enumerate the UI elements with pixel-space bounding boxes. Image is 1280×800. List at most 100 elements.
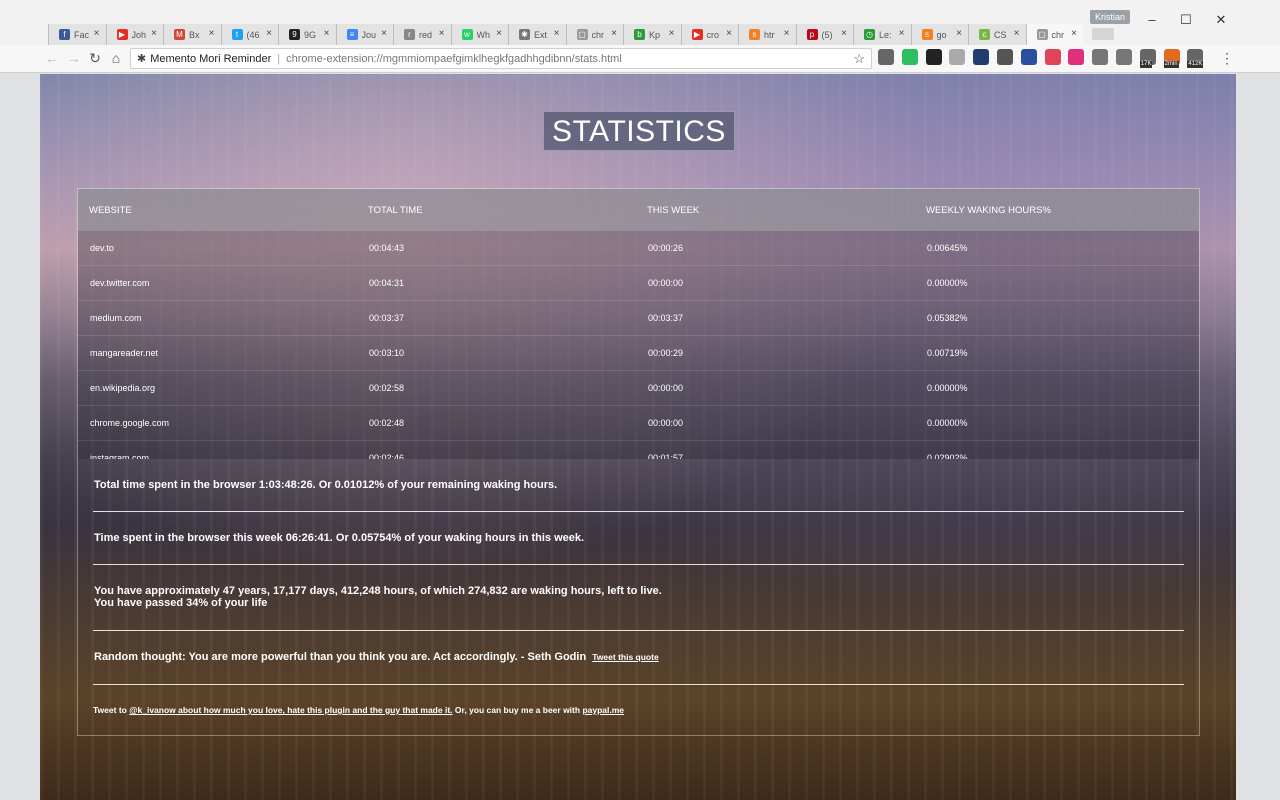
browser-tab[interactable]: t (46 × xyxy=(220,24,278,45)
cell-website: chrome.google.com xyxy=(90,418,170,428)
menu-icon[interactable]: ⋮ xyxy=(1220,50,1234,67)
stripes-icon[interactable]: 2min xyxy=(1163,49,1180,68)
css-icon: c xyxy=(979,29,990,40)
life-summary: You have approximately 47 years, 17,177 … xyxy=(93,565,1184,631)
diamond-icon[interactable] xyxy=(973,49,990,65)
browser-tab[interactable]: ▢ chr × xyxy=(1025,24,1083,45)
browser-tab[interactable]: w Wh × xyxy=(450,24,508,45)
address-bar[interactable]: ✱ Memento Mori Reminder | chrome-extensi… xyxy=(130,48,872,69)
tab-title: Jou xyxy=(361,29,377,40)
new-tab-button[interactable] xyxy=(1092,28,1114,40)
tab-close-icon[interactable]: × xyxy=(94,28,100,39)
url-text[interactable]: chrome-extension://mgmmiompaefgimklhegkf… xyxy=(286,53,622,65)
browser-toolbar: ← → ↻ ⌂ ✱ Memento Mori Reminder | chrome… xyxy=(0,45,1280,73)
n-icon[interactable] xyxy=(1020,49,1037,65)
browser-tab[interactable]: s htr × xyxy=(738,24,796,45)
minimize-button[interactable]: – xyxy=(1142,12,1162,27)
random-thought: Random thought: You are more powerful th… xyxy=(93,631,1184,685)
tab-title: chr xyxy=(591,29,605,40)
browser-tab[interactable]: p (5) × xyxy=(795,24,853,45)
tab-close-icon[interactable]: × xyxy=(266,28,272,39)
tab-close-icon[interactable]: × xyxy=(381,28,387,39)
facebook-icon: f xyxy=(59,29,70,40)
browser-tab[interactable]: 9 9G × xyxy=(278,24,336,45)
table-row: dev.twitter.com 00:04:31 00:00:00 0.00000% xyxy=(78,266,1199,301)
gmail-icon: M xyxy=(174,29,185,40)
layers-icon[interactable] xyxy=(1115,49,1132,65)
cell-website: medium.com xyxy=(90,313,142,323)
paypal-link[interactable]: paypal.me xyxy=(582,705,624,715)
copy-icon[interactable] xyxy=(1092,49,1109,65)
tab-close-icon[interactable]: × xyxy=(841,28,847,39)
tab-close-icon[interactable]: × xyxy=(1014,28,1020,39)
browser-tab[interactable]: ✱ Ext × xyxy=(508,24,566,45)
lock-icon[interactable]: 17K xyxy=(1139,49,1156,68)
tab-close-icon[interactable]: × xyxy=(496,28,502,39)
page-background: STATISTICS WEBSITE TOTAL TIME THIS WEEK … xyxy=(40,74,1236,800)
profile-badge[interactable]: Kristian xyxy=(1090,10,1130,24)
browser-tab[interactable]: c CS × xyxy=(968,24,1026,45)
twitter-icon: t xyxy=(231,29,243,40)
home-icon[interactable]: ⌂ xyxy=(108,50,124,66)
browser-tab[interactable]: ▶ cro × xyxy=(680,24,738,45)
recycle-icon[interactable] xyxy=(878,49,894,65)
browser-tab[interactable]: ▢ chr × xyxy=(565,24,623,45)
forward-icon[interactable]: → xyxy=(66,50,82,66)
circle-dark-icon[interactable] xyxy=(925,49,942,65)
reload-icon[interactable]: ↻ xyxy=(87,50,103,66)
tab-close-icon[interactable]: × xyxy=(784,28,790,39)
total-time-summary: Total time spent in the browser 1:03:48:… xyxy=(93,459,1184,512)
life-passed-text: You have passed 34% of your life xyxy=(94,597,268,609)
tweet-quote-link[interactable]: Tweet this quote xyxy=(592,652,658,662)
life-left-text: You have approximately 47 years, 17,177 … xyxy=(94,585,662,597)
cell-website: dev.to xyxy=(90,243,114,253)
twitter-handle-link[interactable]: @k_ivanow xyxy=(129,705,176,715)
bookmark-star-icon[interactable]: ☆ xyxy=(853,51,865,67)
tab-close-icon[interactable]: × xyxy=(611,28,617,39)
cell-website: mangareader.net xyxy=(90,348,159,358)
evernote-icon[interactable] xyxy=(901,49,918,65)
browser-tab[interactable]: ▶ Joh × xyxy=(105,24,163,45)
shield-icon[interactable] xyxy=(996,49,1013,65)
tab-close-icon[interactable]: × xyxy=(151,28,157,39)
browser-tab[interactable]: b Kp × xyxy=(623,24,681,45)
address-separator: | xyxy=(277,52,281,65)
close-window-button[interactable]: ✕ xyxy=(1211,12,1231,28)
tab-close-icon[interactable]: × xyxy=(726,28,732,39)
col-header-weekly-waking: WEEKLY WAKING HOURS% xyxy=(926,204,1051,216)
cell-total-time: 00:02:46 xyxy=(369,453,405,459)
cell-website: dev.twitter.com xyxy=(90,278,150,288)
tab-close-icon[interactable]: × xyxy=(1071,28,1077,39)
tab-close-icon[interactable]: × xyxy=(669,28,675,39)
stackoverflow-icon: s xyxy=(749,29,760,40)
h-icon[interactable] xyxy=(1068,49,1085,65)
cell-website: instagram.com xyxy=(90,453,150,459)
tab-close-icon[interactable]: × xyxy=(439,28,445,39)
back-icon[interactable]: ← xyxy=(44,50,60,66)
table-row: mangareader.net 00:03:10 00:00:29 0.00719% xyxy=(78,336,1199,371)
browser-tab[interactable]: ≡ Jou × xyxy=(335,24,393,45)
lock-icon[interactable]: 412K xyxy=(1187,49,1204,68)
ghost-icon[interactable] xyxy=(949,49,966,65)
stats-panel: WEBSITE TOTAL TIME THIS WEEK WEEKLY WAKI… xyxy=(77,188,1200,736)
maximize-button[interactable]: ☐ xyxy=(1176,12,1196,28)
tab-title: 9G xyxy=(304,29,317,40)
cell-this-week: 00:00:00 xyxy=(648,418,684,428)
browser-tab[interactable]: r red × xyxy=(393,24,451,45)
tab-close-icon[interactable]: × xyxy=(956,28,962,39)
tab-close-icon[interactable]: × xyxy=(554,28,560,39)
red-square-icon[interactable] xyxy=(1044,49,1061,65)
table-body[interactable]: dev.to 00:04:43 00:00:26 0.00645% dev.twitte… xyxy=(78,231,1199,459)
cell-this-week: 00:00:29 xyxy=(648,348,684,358)
tab-close-icon[interactable]: × xyxy=(324,28,330,39)
browser-tab[interactable]: f Fac × xyxy=(48,24,106,45)
cell-weekly-waking: 0.02902% xyxy=(927,453,968,459)
browser-tab[interactable]: s go × xyxy=(910,24,968,45)
table-row: chrome.google.com 00:02:48 00:00:00 0.00000… xyxy=(78,406,1199,441)
tab-close-icon[interactable]: × xyxy=(209,28,215,39)
tab-title: cro xyxy=(706,29,720,40)
browser-tab[interactable]: M Bx × xyxy=(163,24,221,45)
quote-text: Random thought: You are more powerful th… xyxy=(94,651,587,663)
browser-tab[interactable]: ◷ Le: × xyxy=(853,24,911,45)
tab-close-icon[interactable]: × xyxy=(899,28,905,39)
